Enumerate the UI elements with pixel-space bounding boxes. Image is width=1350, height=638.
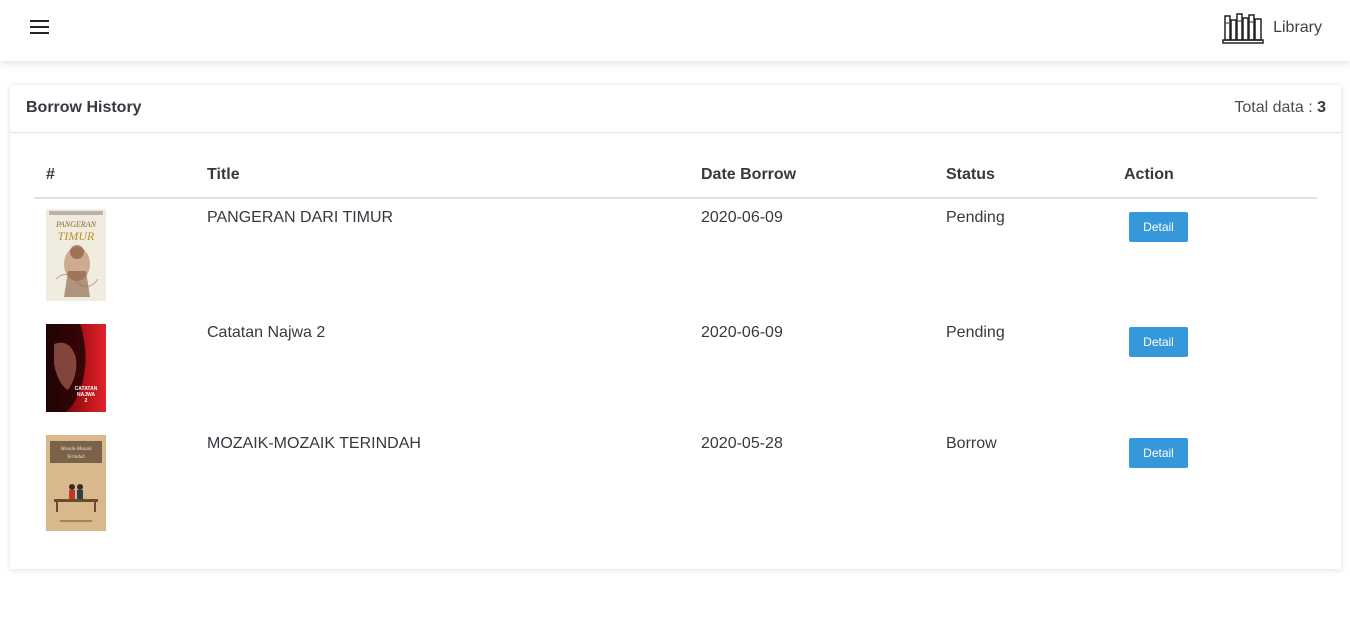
- total-data-value: 3: [1317, 99, 1326, 116]
- hamburger-menu-icon[interactable]: [28, 18, 52, 38]
- date-borrow: 2020-06-09: [701, 209, 783, 226]
- date-borrow: 2020-06-09: [701, 324, 783, 341]
- column-header-date-borrow: Date Borrow: [701, 160, 946, 199]
- total-data-label: Total data :: [1234, 99, 1313, 116]
- book-cover-cell: CATATAN NAJWA 2: [34, 314, 207, 425]
- svg-text:Terindah: Terindah: [67, 455, 85, 460]
- book-cover-mozaik-mozaik-terindah[interactable]: Mozaik-Mozaik Terindah: [46, 435, 106, 531]
- bookshelf-icon: [1222, 13, 1264, 44]
- book-cover-catatan-najwa-2[interactable]: CATATAN NAJWA 2: [46, 324, 106, 412]
- svg-text:Mozaik-Mozaik: Mozaik-Mozaik: [59, 447, 92, 452]
- action-cell: Detail: [1124, 425, 1317, 535]
- status: Pending: [946, 324, 1005, 341]
- action-cell: Detail: [1124, 314, 1317, 425]
- book-cover-cell: PANGERAN TIMUR: [34, 198, 207, 314]
- book-cover-pangeran-dari-timur[interactable]: PANGERAN TIMUR: [46, 209, 106, 301]
- borrow-history-table: # Title Date Borrow Status Action PANGER…: [34, 160, 1317, 535]
- action-cell: Detail: [1124, 198, 1317, 314]
- book-title: MOZAIK-MOZAIK TERINDAH: [207, 435, 421, 452]
- svg-text:PANGERAN: PANGERAN: [55, 220, 97, 229]
- column-header-title: Title: [207, 160, 701, 199]
- borrow-history-card: Borrow History Total data : 3 # Title Da…: [10, 85, 1341, 569]
- status: Borrow: [946, 435, 997, 452]
- table-row: CATATAN NAJWA 2 Catatan Najwa 2 2020-06-…: [34, 314, 1317, 425]
- brand-label: Library: [1273, 19, 1322, 36]
- status: Pending: [946, 209, 1005, 226]
- svg-text:TIMUR: TIMUR: [58, 229, 95, 243]
- date-borrow: 2020-05-28: [701, 435, 783, 452]
- detail-button[interactable]: Detail: [1129, 212, 1188, 242]
- top-navbar: Library: [0, 0, 1350, 61]
- table-header-row: # Title Date Borrow Status Action: [34, 160, 1317, 199]
- detail-button[interactable]: Detail: [1129, 438, 1188, 468]
- card-header: Borrow History Total data : 3: [10, 85, 1341, 133]
- column-header-status: Status: [946, 160, 1124, 199]
- table-row: Mozaik-Mozaik Terindah MOZAIK-MOZAIK TER…: [34, 425, 1317, 535]
- total-data: Total data : 3: [1234, 99, 1326, 117]
- card-title: Borrow History: [26, 99, 142, 116]
- book-title: Catatan Najwa 2: [207, 324, 326, 341]
- book-title: PANGERAN DARI TIMUR: [207, 209, 394, 226]
- book-cover-cell: Mozaik-Mozaik Terindah: [34, 425, 207, 535]
- brand[interactable]: Library: [1222, 10, 1322, 46]
- column-header-number: #: [34, 160, 207, 199]
- table-row: PANGERAN TIMUR PANGERAN DARI TIMUR 2020-…: [34, 198, 1317, 314]
- column-header-action: Action: [1124, 160, 1317, 199]
- svg-text:2: 2: [85, 398, 88, 404]
- detail-button[interactable]: Detail: [1129, 327, 1188, 357]
